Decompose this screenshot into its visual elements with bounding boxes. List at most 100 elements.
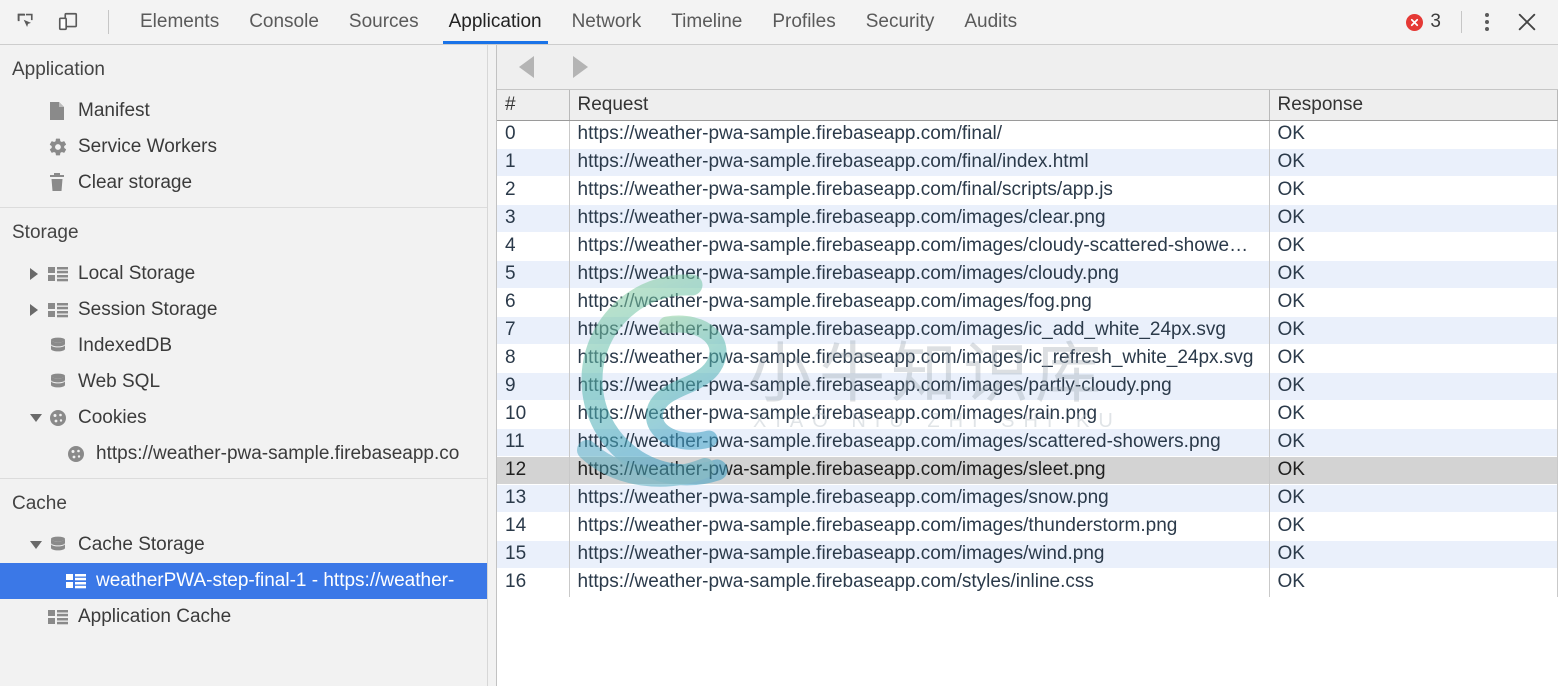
sidebar-scroll-area: Application Manifest Service Workers Cle… xyxy=(0,45,496,686)
tab-label: Network xyxy=(571,11,642,32)
cell-request: https://weather-pwa-sample.firebaseapp.c… xyxy=(569,568,1270,596)
tab-sources[interactable]: Sources xyxy=(334,0,434,44)
column-header-request[interactable]: Request xyxy=(569,90,1270,121)
tab-label: Profiles xyxy=(772,11,836,32)
twisty-collapsed-icon[interactable] xyxy=(30,268,48,280)
cell-index: 2 xyxy=(497,176,570,204)
cache-entries-grid[interactable]: # Request Response 0 https://weather-pwa-… xyxy=(497,90,1558,686)
table-body: 0 https://weather-pwa-sample.firebaseapp.… xyxy=(497,120,1558,596)
cell-request: https://weather-pwa-sample.firebaseapp.c… xyxy=(569,428,1270,456)
column-header-response[interactable]: Response xyxy=(1269,90,1558,121)
sidebar-item-indexeddb[interactable]: IndexedDB xyxy=(0,328,496,364)
toolbar-right-group: 3 xyxy=(1396,0,1558,44)
sidebar-scrollbar[interactable] xyxy=(487,45,496,686)
table-row[interactable]: 10 https://weather-pwa-sample.firebaseapp… xyxy=(497,400,1558,428)
table-grid-icon xyxy=(48,302,74,318)
sidebar-item-local-storage[interactable]: Local Storage xyxy=(0,256,496,292)
table-row[interactable]: 14 https://weather-pwa-sample.firebaseapp… xyxy=(497,512,1558,540)
cell-request: https://weather-pwa-sample.firebaseapp.c… xyxy=(569,316,1270,344)
sidebar-section-application-title: Application xyxy=(12,59,105,80)
sidebar-item-web-sql[interactable]: Web SQL xyxy=(0,364,496,400)
sidebar-item-application-cache[interactable]: Application Cache xyxy=(0,599,496,635)
table-row[interactable]: 13 https://weather-pwa-sample.firebaseapp… xyxy=(497,484,1558,512)
trash-icon xyxy=(48,173,74,193)
cell-response: OK xyxy=(1269,232,1558,260)
twisty-expanded-icon[interactable] xyxy=(30,541,48,549)
error-circle-icon xyxy=(1406,13,1424,31)
tab-console[interactable]: Console xyxy=(234,0,334,44)
cell-response: OK xyxy=(1269,372,1558,400)
table-row[interactable]: 3 https://weather-pwa-sample.firebaseapp.… xyxy=(497,204,1558,232)
tab-elements[interactable]: Elements xyxy=(125,0,234,44)
cell-request: https://weather-pwa-sample.firebaseapp.c… xyxy=(569,120,1270,148)
tab-profiles[interactable]: Profiles xyxy=(757,0,850,44)
tab-timeline[interactable]: Timeline xyxy=(656,0,757,44)
toolbar-divider-right xyxy=(1461,11,1462,33)
table-grid-icon xyxy=(66,573,92,589)
cell-response: OK xyxy=(1269,344,1558,372)
cache-entries-table: # Request Response 0 https://weather-pwa-… xyxy=(497,90,1558,597)
table-row[interactable]: 11 https://weather-pwa-sample.firebaseapp… xyxy=(497,428,1558,456)
table-header-row: # Request Response xyxy=(497,90,1558,121)
tab-audits[interactable]: Audits xyxy=(949,0,1032,44)
cell-index: 3 xyxy=(497,204,570,232)
arrow-left-icon[interactable] xyxy=(511,52,541,82)
cell-response: OK xyxy=(1269,400,1558,428)
sidebar-item-manifest[interactable]: Manifest xyxy=(0,93,496,129)
table-row[interactable]: 5 https://weather-pwa-sample.firebaseapp.… xyxy=(497,260,1558,288)
cell-request: https://weather-pwa-sample.firebaseapp.c… xyxy=(569,204,1270,232)
cell-response: OK xyxy=(1269,316,1558,344)
sidebar-item-label: IndexedDB xyxy=(78,335,173,356)
close-icon[interactable] xyxy=(1510,5,1544,39)
cell-request: https://weather-pwa-sample.firebaseapp.c… xyxy=(569,344,1270,372)
cache-content-panel: # Request Response 0 https://weather-pwa-… xyxy=(497,45,1558,686)
twisty-collapsed-icon[interactable] xyxy=(30,304,48,316)
table-row[interactable]: 2 https://weather-pwa-sample.firebaseapp.… xyxy=(497,176,1558,204)
application-sidebar: Application Manifest Service Workers Cle… xyxy=(0,45,497,686)
tab-network[interactable]: Network xyxy=(557,0,657,44)
sidebar-item-service-workers[interactable]: Service Workers xyxy=(0,129,496,165)
inspect-element-icon[interactable] xyxy=(12,8,40,36)
table-row[interactable]: 0 https://weather-pwa-sample.firebaseapp.… xyxy=(497,120,1558,148)
table-row[interactable]: 16 https://weather-pwa-sample.firebaseapp… xyxy=(497,568,1558,596)
sidebar-item-label: Local Storage xyxy=(78,263,196,284)
sidebar-item-label: Application Cache xyxy=(78,606,232,627)
cell-index: 5 xyxy=(497,260,570,288)
sidebar-item-label: https://weather-pwa-sample.firebaseapp.c… xyxy=(96,443,460,464)
cell-index: 9 xyxy=(497,372,570,400)
table-row[interactable]: 1 https://weather-pwa-sample.firebaseapp.… xyxy=(497,148,1558,176)
sidebar-item-cache-weatherpwa[interactable]: weatherPWA-step-final-1 - https://weathe… xyxy=(0,563,496,599)
sidebar-item-cache-storage[interactable]: Cache Storage xyxy=(0,527,496,563)
cell-request: https://weather-pwa-sample.firebaseapp.c… xyxy=(569,260,1270,288)
sidebar-item-cookies[interactable]: Cookies xyxy=(0,400,496,436)
twisty-expanded-icon[interactable] xyxy=(30,414,48,422)
sidebar-item-clear-storage[interactable]: Clear storage xyxy=(0,165,496,201)
tab-label: Security xyxy=(865,11,935,32)
cell-response: OK xyxy=(1269,512,1558,540)
table-row[interactable]: 6 https://weather-pwa-sample.firebaseapp.… xyxy=(497,288,1558,316)
table-row[interactable]: 12 https://weather-pwa-sample.firebaseapp… xyxy=(497,456,1558,484)
cell-request: https://weather-pwa-sample.firebaseapp.c… xyxy=(569,288,1270,316)
sidebar-item-cookie-origin[interactable]: https://weather-pwa-sample.firebaseapp.c… xyxy=(0,436,496,472)
toolbar-divider xyxy=(108,10,109,34)
table-row[interactable]: 15 https://weather-pwa-sample.firebaseapp… xyxy=(497,540,1558,568)
cell-index: 8 xyxy=(497,344,570,372)
error-count-badge[interactable]: 3 xyxy=(1396,11,1451,33)
more-options-icon[interactable] xyxy=(1472,7,1502,37)
cookie-icon xyxy=(66,444,92,464)
sidebar-item-session-storage[interactable]: Session Storage xyxy=(0,292,496,328)
tab-application[interactable]: Application xyxy=(434,0,557,44)
tab-security[interactable]: Security xyxy=(851,0,950,44)
cell-request: https://weather-pwa-sample.firebaseapp.c… xyxy=(569,540,1270,568)
table-row[interactable]: 4 https://weather-pwa-sample.firebaseapp.… xyxy=(497,232,1558,260)
device-toolbar-icon[interactable] xyxy=(54,8,82,36)
table-row[interactable]: 9 https://weather-pwa-sample.firebaseapp.… xyxy=(497,372,1558,400)
table-row[interactable]: 8 https://weather-pwa-sample.firebaseapp.… xyxy=(497,344,1558,372)
arrow-right-icon[interactable] xyxy=(565,52,595,82)
table-row[interactable]: 7 https://weather-pwa-sample.firebaseapp.… xyxy=(497,316,1558,344)
table-grid-icon xyxy=(48,609,74,625)
cell-index: 12 xyxy=(497,456,570,484)
column-header-index[interactable]: # xyxy=(497,90,570,121)
sidebar-item-label: weatherPWA-step-final-1 - https://weathe… xyxy=(96,570,455,591)
cell-response: OK xyxy=(1269,176,1558,204)
